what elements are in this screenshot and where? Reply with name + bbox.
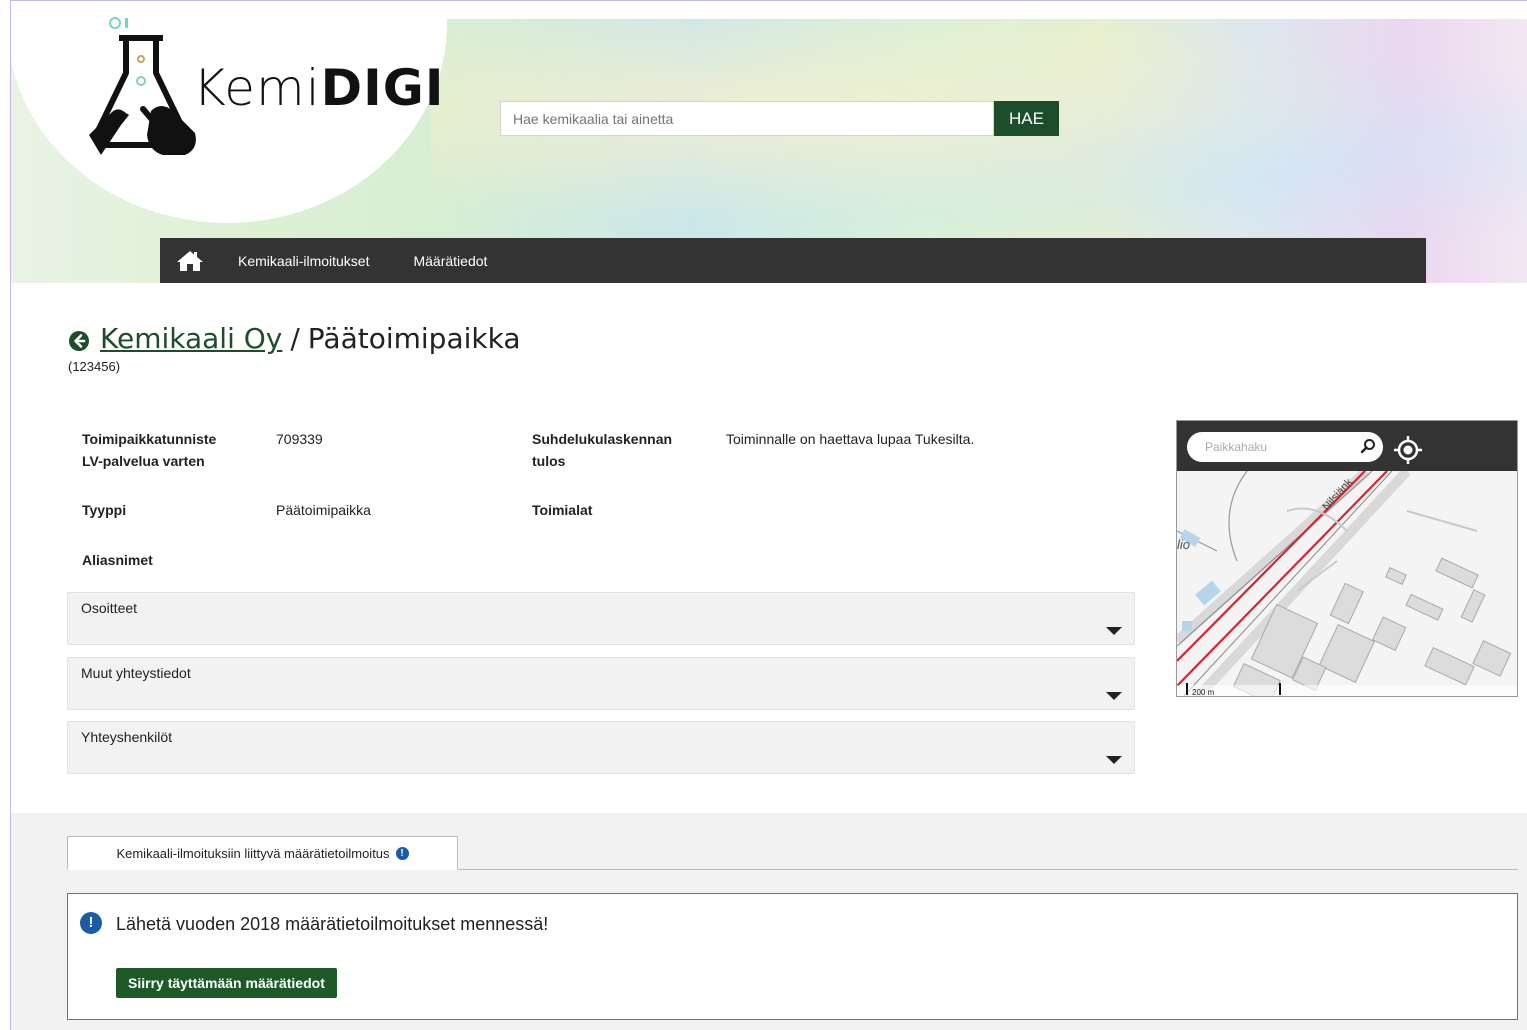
- fill-maaratiedot-button[interactable]: Siirry täyttämään määrätiedot: [116, 968, 337, 998]
- suhdeluku-label: Suhdelukulaskennan tulos: [532, 431, 673, 469]
- search-button[interactable]: HAE: [994, 101, 1059, 136]
- exclamation-icon: !: [80, 912, 102, 934]
- locate-icon[interactable]: [1393, 435, 1423, 465]
- accordion-muut-yhteystiedot[interactable]: Muut yhteystiedot: [67, 657, 1135, 710]
- accordion-label: Osoitteet: [81, 600, 138, 616]
- home-nav-item[interactable]: [160, 238, 220, 283]
- tyyppi-value: Päätoimipaikka: [276, 502, 371, 518]
- main-nav: Kemikaali-ilmoitukset Määrätiedot: [160, 238, 1426, 283]
- tab-maaratietoilmoitus[interactable]: Kemikaali-ilmoituksiin liittyvä määrätie…: [67, 836, 458, 870]
- toimipaikkatunniste-value: 709339: [276, 431, 323, 447]
- info-icon: !: [395, 846, 409, 860]
- map-area-label: lio: [1177, 537, 1190, 552]
- company-id: (123456): [68, 359, 121, 374]
- nav-item-maaratiedot[interactable]: Määrätiedot: [393, 253, 511, 269]
- company-link[interactable]: Kemikaali Oy: [100, 322, 282, 355]
- search-input[interactable]: [500, 101, 994, 136]
- accordion-label: Yhteyshenkilöt: [81, 729, 173, 745]
- map-scale-label: 200 m: [1192, 688, 1215, 697]
- search-bar: HAE: [500, 101, 1059, 136]
- back-arrow-icon[interactable]: [68, 330, 90, 352]
- tyyppi-label: Tyyppi: [82, 502, 127, 518]
- site-name: Päätoimipaikka: [307, 322, 521, 355]
- notice-text: Lähetä vuoden 2018 määrätietoilmoitukset…: [116, 914, 549, 934]
- caret-down-icon: [1106, 756, 1122, 764]
- logo-wordmark[interactable]: KemiDIGI: [193, 59, 444, 117]
- location-map[interactable]: Paikkahaku Nilsiänk lio 200 m: [1176, 420, 1518, 697]
- map-toolbar: Paikkahaku: [1177, 421, 1517, 471]
- toimialat-label: Toimialat: [532, 502, 593, 518]
- nav-item-kemikaali-ilmoitukset[interactable]: Kemikaali-ilmoitukset: [220, 253, 393, 269]
- caret-down-icon: [1106, 692, 1122, 700]
- aliasnimet-label: Aliasnimet: [82, 552, 153, 568]
- suhdeluku-value: Toiminnalle on haettava lupaa Tukesilta.: [726, 431, 975, 447]
- caret-down-icon: [1106, 627, 1122, 635]
- accordion-yhteyshenkilot[interactable]: Yhteyshenkilöt: [67, 721, 1135, 774]
- home-icon: [177, 250, 203, 271]
- logo-text-bold: DIGI: [320, 59, 445, 117]
- search-icon[interactable]: [1360, 438, 1376, 454]
- map-canvas[interactable]: Nilsiänk lio 200 m: [1177, 471, 1518, 697]
- title-separator: /: [290, 322, 300, 355]
- accordion-label: Muut yhteystiedot: [81, 665, 191, 681]
- accordion-osoitteet[interactable]: Osoitteet: [67, 592, 1135, 645]
- logo-text-light: Kemi: [193, 59, 321, 117]
- toimipaikkatunniste-label: Toimipaikkatunniste LV-palvelua varten: [82, 431, 217, 469]
- notice-box: ! Lähetä vuoden 2018 määrätietoilmoituks…: [67, 893, 1518, 1020]
- map-search-input[interactable]: Paikkahaku: [1187, 432, 1383, 462]
- tab-label: Kemikaali-ilmoituksiin liittyvä määrätie…: [116, 845, 390, 861]
- flask-logo-icon[interactable]: [81, 15, 201, 160]
- page-title: Kemikaali Oy / Päätoimipaikka: [68, 322, 521, 355]
